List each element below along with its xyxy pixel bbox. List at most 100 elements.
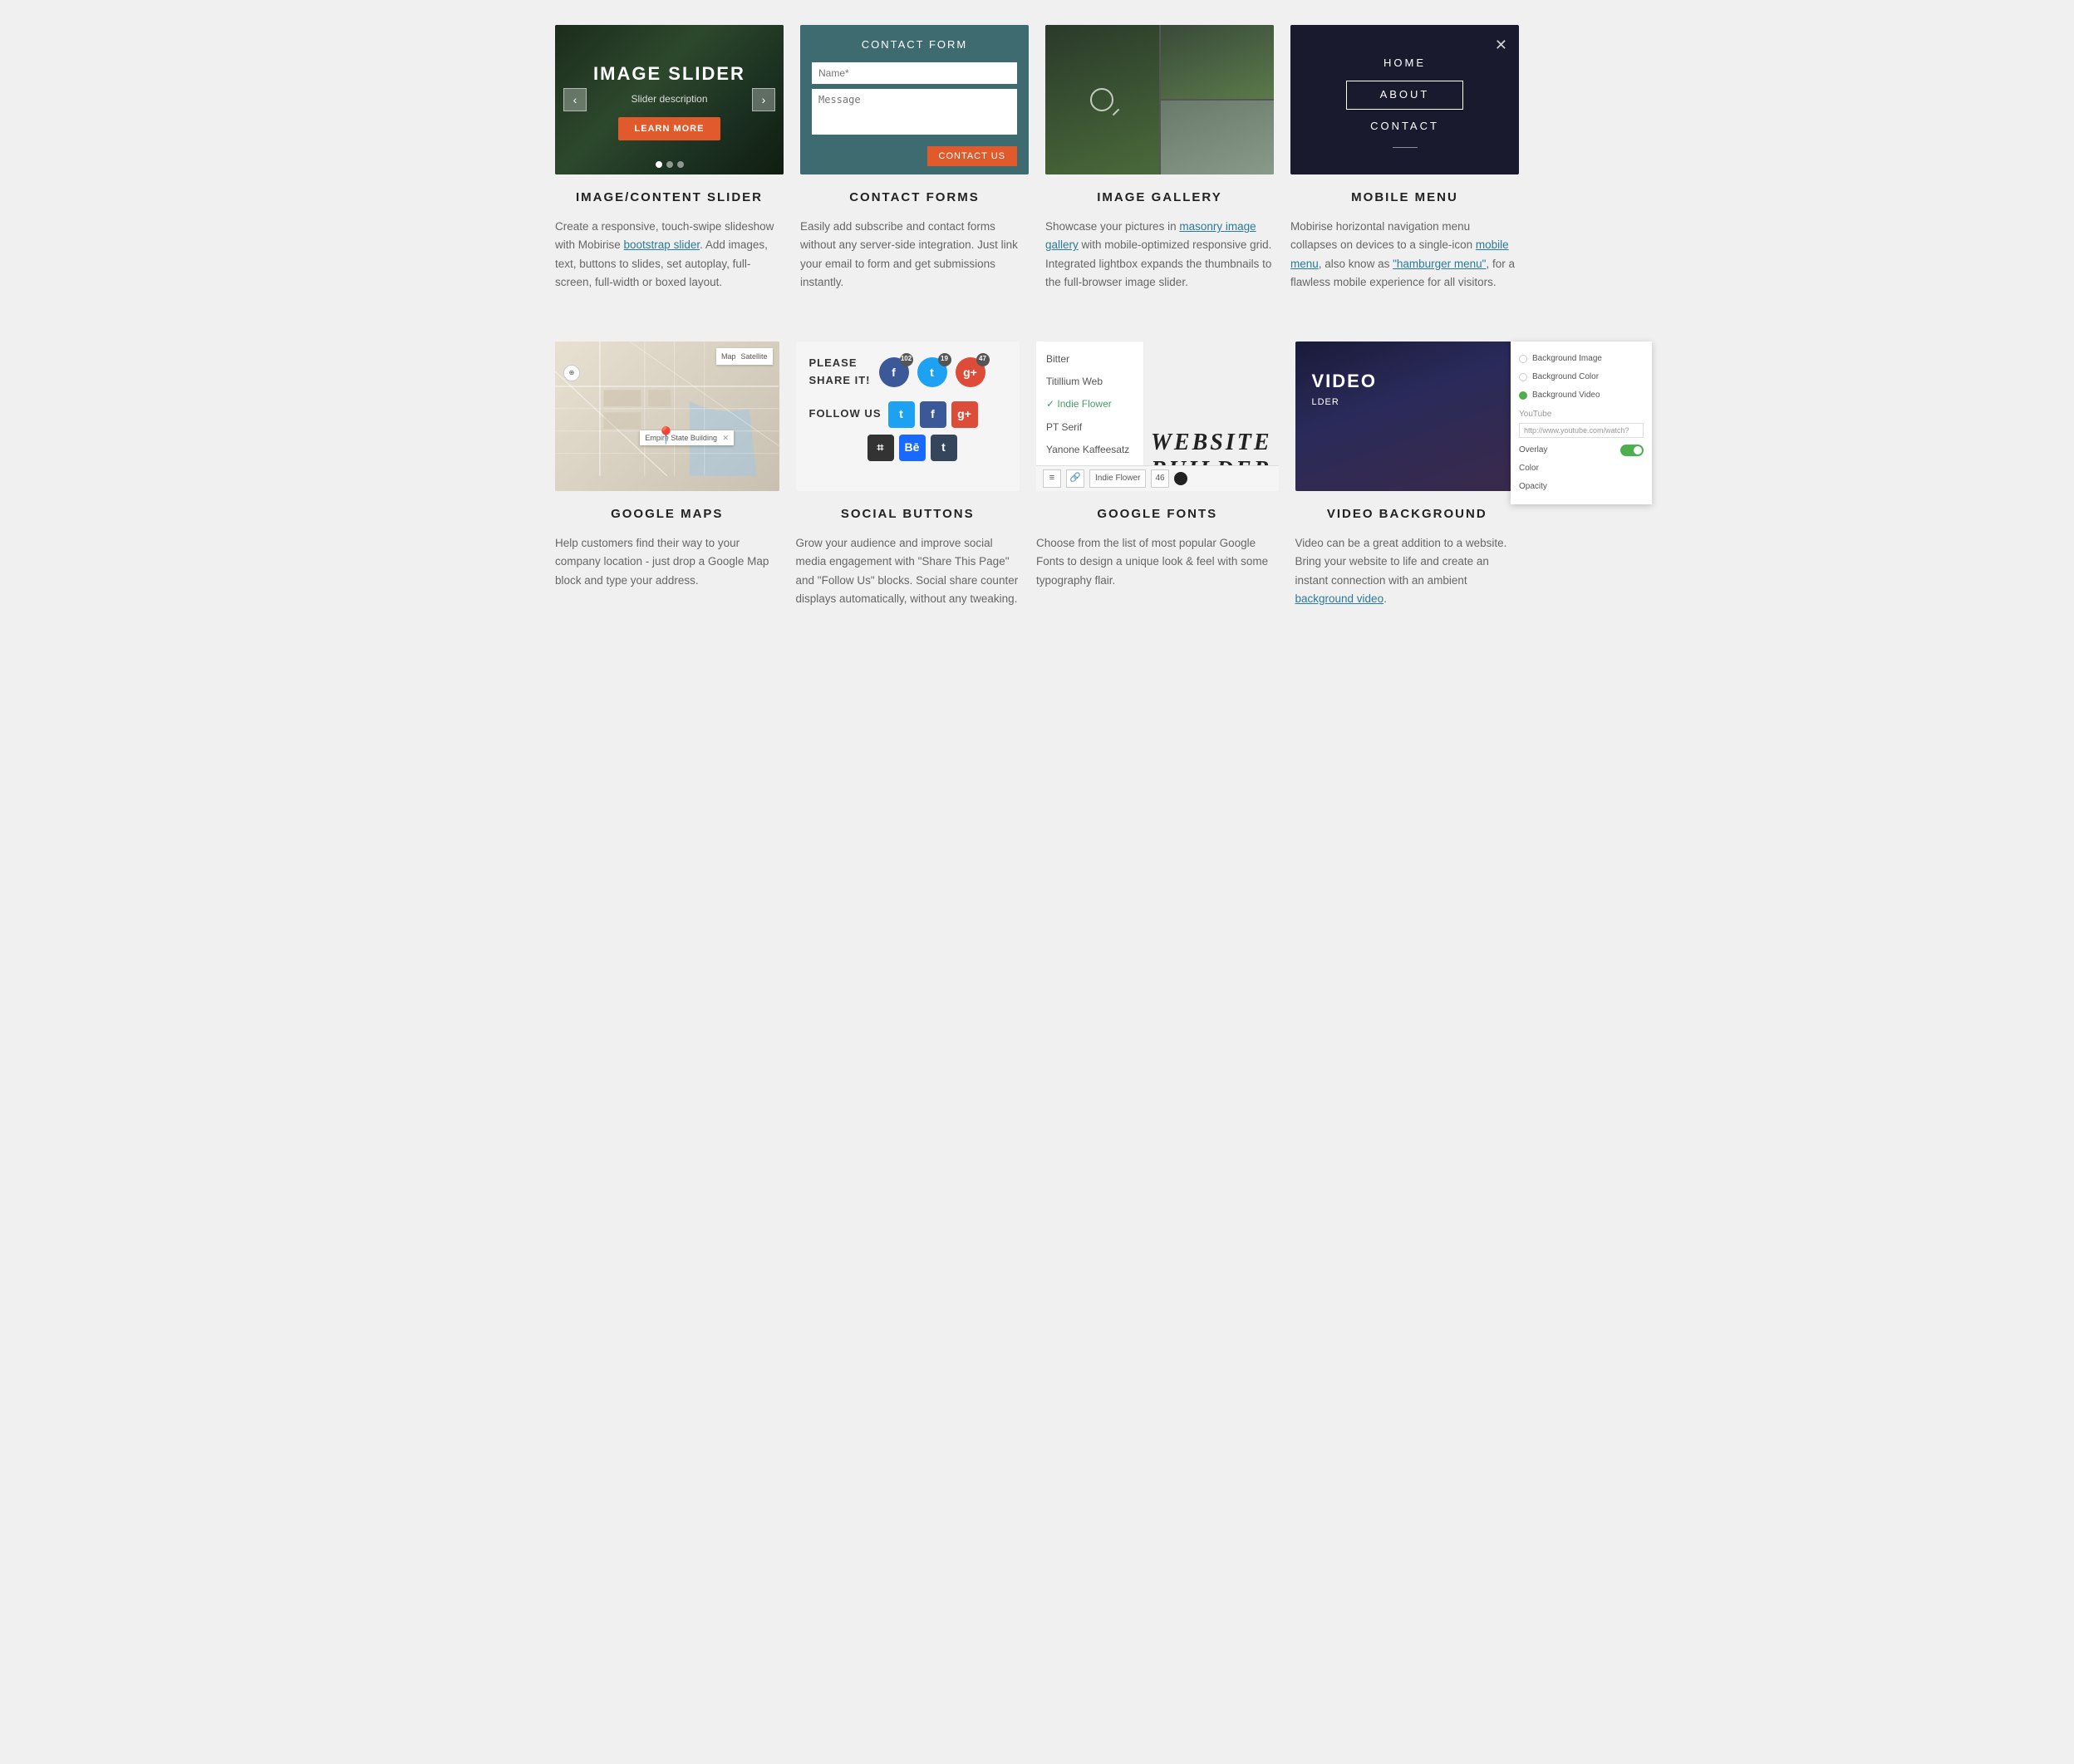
settings-overlay-toggle[interactable]: [1620, 445, 1644, 456]
social-extra-icons: ⌗ Bē t: [867, 435, 1007, 461]
toolbar-align-left[interactable]: ≡: [1043, 469, 1061, 488]
contact-message-input[interactable]: [812, 89, 1017, 135]
map-compass[interactable]: ⊕: [563, 365, 580, 381]
card-contact-forms: CONTACT FORM CONTACT US CONTACT FORMS Ea…: [800, 25, 1029, 292]
share-facebook-button[interactable]: f 102: [879, 357, 909, 387]
mobile-divider: [1393, 147, 1418, 148]
slider-dots: [656, 161, 684, 168]
settings-label-bg-image: Background Image: [1532, 352, 1644, 366]
contact-submit-button[interactable]: CONTACT US: [927, 146, 1018, 166]
page-wrapper: ‹ IMAGE SLIDER Slider description LEARN …: [538, 0, 1536, 683]
mobile-menu-about[interactable]: ABOUT: [1346, 81, 1464, 110]
follow-googleplus-button[interactable]: g+: [951, 401, 978, 428]
card-video-background: VIDEO LDER Background Image Background C…: [1295, 341, 1520, 608]
twitter-count: 19: [938, 353, 951, 366]
toolbar-font-name[interactable]: Indie Flower: [1089, 469, 1146, 488]
settings-radio-bg-color[interactable]: [1519, 373, 1527, 381]
bootstrap-slider-link[interactable]: bootstrap slider: [624, 238, 700, 251]
card-text-gallery: Showcase your pictures in masonry image …: [1045, 218, 1274, 292]
mobile-menu-home[interactable]: HOME: [1383, 52, 1426, 76]
settings-radio-bg-image[interactable]: [1519, 355, 1527, 363]
toolbar-link-btn[interactable]: 🔗: [1066, 469, 1084, 488]
card-title-maps: GOOGLE MAPS: [555, 504, 779, 524]
video-overlay-sub: LDER: [1312, 396, 1339, 410]
dot-3: [677, 161, 684, 168]
map-control-satellite[interactable]: Satellite: [740, 351, 767, 362]
background-video-link[interactable]: background video: [1295, 592, 1384, 605]
card-title-mobile-menu: MOBILE MENU: [1290, 188, 1519, 208]
settings-opacity-label: Opacity: [1519, 480, 1644, 494]
follow-github-button[interactable]: ⌗: [867, 435, 894, 461]
card-text-video-1: Video can be a great addition to a websi…: [1295, 537, 1507, 587]
card-image-slider: ‹ IMAGE SLIDER Slider description LEARN …: [555, 25, 784, 292]
section-1: ‹ IMAGE SLIDER Slider description LEARN …: [555, 25, 1519, 292]
card-text-fonts-1: Choose from the list of most popular Goo…: [1036, 537, 1268, 587]
googleplus-follow-icon: g+: [957, 405, 971, 423]
settings-label-bg-video: Background Video: [1532, 389, 1644, 402]
card-title-fonts: GOOGLE FONTS: [1036, 504, 1279, 524]
card-title-slider: IMAGE/CONTENT SLIDER: [555, 188, 784, 208]
video-settings-panel: Background Image Background Color Backgr…: [1511, 341, 1652, 504]
gallery-search-icon: [1090, 88, 1113, 111]
slider-title: IMAGE SLIDER: [593, 59, 745, 88]
card-text-slider: Create a responsive, touch-swipe slidesh…: [555, 218, 784, 292]
share-label: PLEASESHARE IT!: [809, 355, 871, 390]
follow-twitter-button[interactable]: t: [888, 401, 915, 428]
toolbar-font-size[interactable]: 46: [1151, 469, 1168, 488]
contact-name-input[interactable]: [812, 62, 1017, 84]
card-text-video-2: .: [1383, 592, 1387, 605]
tumblr-icon: t: [941, 438, 946, 456]
map-control-map[interactable]: Map: [721, 351, 736, 362]
share-twitter-button[interactable]: t 19: [917, 357, 947, 387]
settings-radio-bg-video[interactable]: [1519, 391, 1527, 400]
gallery-preview: [1045, 25, 1274, 174]
follow-behance-button[interactable]: Bē: [899, 435, 926, 461]
facebook-follow-icon: f: [931, 405, 935, 423]
googleplus-icon: g+: [963, 363, 977, 381]
share-googleplus-button[interactable]: g+ 47: [956, 357, 985, 387]
gallery-cell-1: [1045, 25, 1159, 174]
follow-facebook-button[interactable]: f: [920, 401, 946, 428]
hamburger-menu-link[interactable]: "hamburger menu": [1393, 258, 1486, 270]
slider-content: IMAGE SLIDER Slider description LEARN MO…: [593, 59, 745, 140]
settings-color-label: Color: [1519, 462, 1644, 475]
settings-youtube-input[interactable]: [1519, 423, 1644, 438]
card-title-contact: CONTACT FORMS: [800, 188, 1029, 208]
font-bitter[interactable]: Bitter: [1036, 348, 1143, 371]
settings-row-opacity: Opacity: [1519, 478, 1644, 496]
slider-next-button[interactable]: ›: [752, 88, 775, 111]
social-follow-icons: t f g+: [888, 401, 978, 428]
font-yanone[interactable]: Yanone Kaffeesatz: [1036, 439, 1143, 461]
card-title-gallery: IMAGE GALLERY: [1045, 188, 1274, 208]
card-title-video: VIDEO BACKGROUND: [1295, 504, 1520, 524]
settings-overlay-label: Overlay: [1519, 444, 1615, 457]
map-controls[interactable]: Map Satellite: [716, 348, 773, 365]
font-titillium[interactable]: Titillium Web: [1036, 371, 1143, 393]
twitter-icon: t: [930, 363, 934, 381]
fonts-big-text-line1: WEBSITE: [1151, 430, 1272, 455]
settings-row-bg-image: Background Image: [1519, 350, 1644, 368]
slider-prev-button[interactable]: ‹: [563, 88, 587, 111]
card-text-fonts: Choose from the list of most popular Goo…: [1036, 534, 1279, 590]
settings-row-overlay: Overlay: [1519, 441, 1644, 459]
settings-row-bg-color: Background Color: [1519, 368, 1644, 386]
font-pt-serif[interactable]: PT Serif: [1036, 416, 1143, 439]
social-preview: PLEASESHARE IT! f 102 t 19 g+ 47 F: [796, 341, 1020, 491]
card-text-contact-1: Easily add subscribe and contact forms w…: [800, 220, 1018, 288]
gallery-cell-2: [1161, 25, 1275, 99]
settings-youtube-label: YouTube: [1519, 408, 1644, 421]
follow-tumblr-button[interactable]: t: [931, 435, 957, 461]
mobile-close-icon[interactable]: ✕: [1495, 33, 1507, 57]
map-label-close[interactable]: ✕: [722, 434, 729, 442]
mobile-menu-contact[interactable]: CONTACT: [1370, 115, 1439, 139]
font-indie-flower[interactable]: Indie Flower: [1036, 393, 1143, 415]
social-share-row: PLEASESHARE IT! f 102 t 19 g+ 47: [809, 355, 1007, 390]
toolbar-color-picker[interactable]: [1174, 472, 1187, 485]
slider-learn-more-button[interactable]: LEARN MORE: [618, 117, 721, 140]
dot-1: [656, 161, 662, 168]
dot-2: [666, 161, 673, 168]
contact-preview: CONTACT FORM CONTACT US: [800, 25, 1029, 174]
twitter-follow-icon: t: [899, 405, 903, 423]
card-text-gallery-2: with mobile-optimized responsive grid. I…: [1045, 238, 1271, 288]
settings-label-bg-color: Background Color: [1532, 371, 1644, 384]
